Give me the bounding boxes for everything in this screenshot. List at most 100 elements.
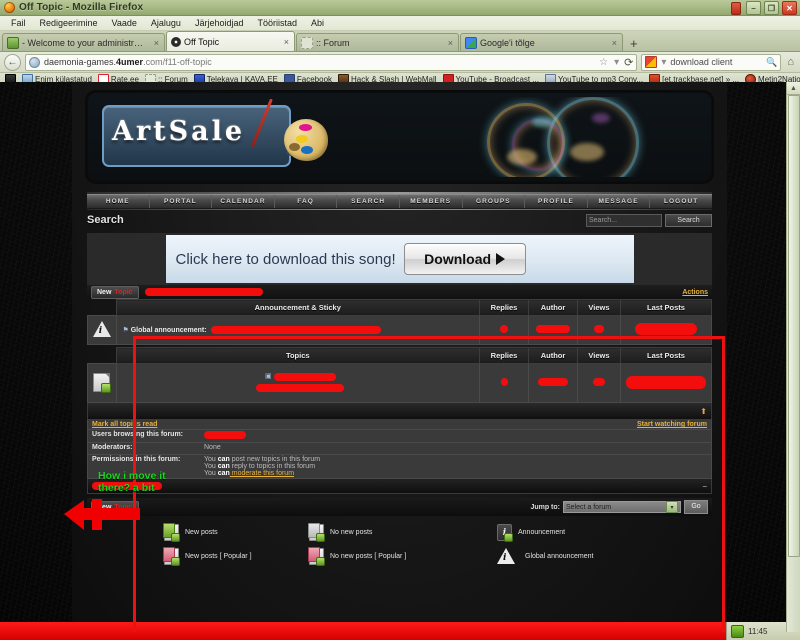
ad-box[interactable]: Click here to download this song! Downlo… (165, 235, 634, 283)
forum-search-input[interactable]: Search... (586, 213, 662, 227)
back-button-icon[interactable]: ← (4, 53, 21, 71)
moderate-forum-link[interactable]: moderate this forum (230, 470, 294, 477)
nav-item-search[interactable]: SEARCH (337, 195, 400, 208)
forum-search-row: Search Search... Search (87, 213, 712, 227)
nav-item-groups[interactable]: GROUPS (463, 195, 526, 208)
vertical-scrollbar[interactable]: ▲ (786, 82, 800, 632)
annotation-line-1: How i move it (98, 470, 166, 482)
nav-item-home[interactable]: HOME (87, 195, 150, 208)
search-input[interactable]: download client (670, 57, 763, 67)
tab-admin-panel[interactable]: - Welcome to your administration panel × (2, 33, 165, 51)
site-banner[interactable]: ArtSale (87, 92, 712, 182)
permission-post: post new topics in this forum (229, 456, 321, 463)
chevron-down-icon[interactable]: ▾ (613, 57, 620, 68)
menu-item-vaade[interactable]: Vaade (105, 17, 144, 29)
record-indicator-icon (731, 1, 741, 15)
start-watching-link[interactable]: Start watching forum (637, 421, 707, 428)
jump-to-label: Jump to: (530, 503, 560, 511)
actions-link[interactable]: Actions (682, 289, 708, 296)
bookmark-star-icon[interactable]: ☆ (598, 57, 609, 68)
tab-google-translate[interactable]: Google'i tõlge × (460, 33, 623, 51)
redacted-views (594, 325, 604, 333)
permission-strong: can (217, 463, 230, 470)
info-value: None (204, 444, 221, 451)
minimize-button[interactable]: – (746, 1, 761, 15)
url-bar[interactable]: daemonia-games.4umer.com/f11-off-topic ☆… (25, 53, 638, 71)
menu-item-ajalugu[interactable]: Ajalugu (144, 17, 188, 29)
download-button[interactable]: Download (403, 243, 526, 275)
maximize-button[interactable]: ❐ (764, 1, 779, 15)
tab-close-icon[interactable]: × (154, 38, 159, 48)
redacted-replies (500, 325, 508, 333)
palette-thumbhole (289, 143, 300, 151)
redacted-replies (500, 378, 508, 386)
title-bar: Off Topic - Mozilla Firefox – ❐ ✕ (0, 0, 800, 16)
network-icon[interactable] (731, 624, 744, 638)
search-bar[interactable]: ▾ download client 🔍 (641, 53, 782, 71)
tab-close-icon[interactable]: × (612, 38, 617, 48)
spacer-header (88, 300, 117, 316)
permission-pre: You (204, 470, 218, 477)
nav-item-calendar[interactable]: CALENDAR (212, 195, 275, 208)
google-translate-favicon-icon (465, 36, 477, 49)
mark-all-read-link[interactable]: Mark all topics read (92, 421, 157, 428)
legend-label: No new posts [ Popular ] (330, 553, 407, 560)
row-icon-cell (87, 363, 117, 403)
taskbar-clock[interactable]: 11:45 (748, 627, 767, 636)
url-domain: 4umer (116, 57, 144, 67)
tab-close-icon[interactable]: × (448, 38, 453, 48)
new-topic-button-top[interactable]: New Topic (91, 285, 139, 299)
play-triangle-icon (496, 253, 506, 265)
home-button-icon[interactable]: ⌂ (785, 56, 796, 68)
row-title-cell[interactable]: ▣ (115, 363, 480, 403)
menu-item-redigeerimine[interactable]: Redigeerimine (33, 17, 105, 29)
tab-forum[interactable]: :: Forum × (296, 33, 459, 51)
ad-banner[interactable]: Click here to download this song! Downlo… (87, 233, 712, 285)
scrollbar-thumb[interactable] (788, 95, 800, 557)
announcement-table: Announcement & Sticky Replies Author Vie… (87, 299, 712, 345)
header-views: Views (577, 347, 621, 364)
jump-to-select[interactable]: Select a forum ▾ (563, 501, 681, 513)
nav-item-message[interactable]: MESSAGE (588, 195, 651, 208)
search-engine-icon[interactable] (645, 56, 658, 68)
go-button[interactable]: Go (684, 500, 708, 514)
nav-item-portal[interactable]: PORTAL (150, 195, 213, 208)
row-views-cell (577, 315, 621, 345)
redacted-lastpost (635, 323, 697, 335)
magnifier-icon[interactable]: 🔍 (766, 57, 777, 68)
menu-item-abi[interactable]: Abi (304, 17, 331, 29)
table-row[interactable]: i ⚑ Global announcement: (87, 315, 712, 345)
nav-item-members[interactable]: MEMBERS (400, 195, 463, 208)
tab-off-topic[interactable]: Off Topic × (166, 31, 295, 51)
firefox-window: Off Topic - Mozilla Firefox – ❐ ✕ Fail R… (0, 0, 800, 632)
menu-item-jarjehoidjad[interactable]: Järjehoidjad (188, 17, 251, 29)
no-new-posts-popular-icon (308, 547, 325, 566)
new-tab-button[interactable]: + (624, 37, 644, 51)
decorative-glow-2 (570, 143, 604, 161)
redacted-author (536, 325, 570, 333)
legend-label: New posts (185, 529, 218, 536)
forum-search-controls: Search... Search (586, 213, 712, 227)
permission-pre: You (204, 463, 218, 470)
row-title-cell[interactable]: ⚑ Global announcement: (115, 315, 480, 345)
table-row[interactable]: ▣ (87, 363, 712, 403)
menu-item-fail[interactable]: Fail (4, 17, 33, 29)
chevron-down-icon[interactable]: ▾ (660, 57, 667, 68)
menu-item-tooriistad[interactable]: Tööriistad (250, 17, 304, 29)
nav-item-faq[interactable]: FAQ (275, 195, 338, 208)
nav-item-profile[interactable]: PROFILE (525, 195, 588, 208)
url-text: daemonia-games.4umer.com/f11-off-topic (44, 57, 594, 67)
scroll-up-arrow[interactable]: ▲ (787, 82, 800, 95)
reload-icon[interactable]: ⟳ (624, 56, 633, 69)
chevron-down-icon[interactable]: ▾ (666, 501, 678, 513)
collapse-icon[interactable]: − (702, 482, 707, 491)
forum-search-button[interactable]: Search (665, 213, 712, 227)
header-replies: Replies (479, 299, 529, 316)
tab-close-icon[interactable]: × (284, 37, 289, 47)
nav-item-logout[interactable]: LOGOUT (650, 195, 712, 208)
info-row-permissions: Permissions in this forum: You can post … (88, 455, 711, 478)
tab-label: Off Topic (184, 36, 220, 47)
close-button[interactable]: ✕ (782, 1, 797, 15)
forum-collapse-bar: − (87, 479, 712, 494)
back-to-top-icon[interactable]: ⬆ (700, 407, 707, 416)
